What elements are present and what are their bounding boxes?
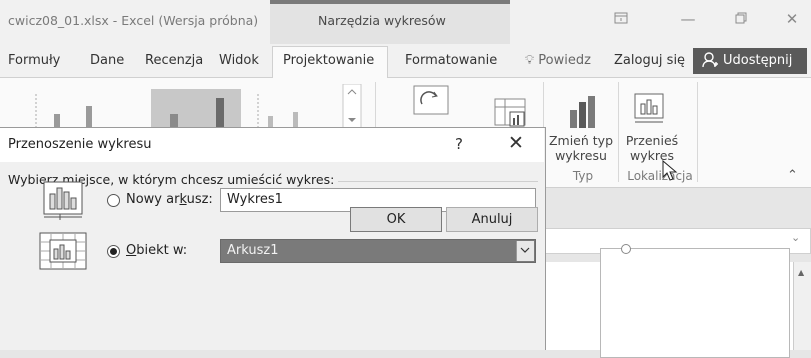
chart-resize-handle[interactable] xyxy=(621,244,631,254)
vertical-scrollbar[interactable]: ▲ xyxy=(793,262,811,350)
tab-dane[interactable]: Dane xyxy=(90,53,124,68)
tab-formatowanie[interactable]: Formatowanie xyxy=(405,53,497,68)
tab-widok[interactable]: Widok xyxy=(219,53,259,68)
chart-tools-label: Narzędzia wykresów xyxy=(318,13,446,28)
new-sheet-radio[interactable] xyxy=(107,194,120,207)
chart-styles-gallery[interactable] xyxy=(18,84,363,128)
new-sheet-label: Nowy arkusz: xyxy=(126,192,213,207)
object-in-label-accel: O xyxy=(126,243,137,258)
object-in-sheet-icon xyxy=(39,232,87,270)
style-thumb-3 xyxy=(257,94,298,128)
switch-row-column-icon[interactable] xyxy=(412,84,452,118)
object-in-radio[interactable] xyxy=(107,245,120,258)
change-chart-type-icon[interactable] xyxy=(565,94,601,128)
change-chart-type-button[interactable]: Zmień typ wykresu xyxy=(548,133,614,163)
ribbon-display-icon[interactable] xyxy=(609,10,633,28)
collapse-ribbon-icon[interactable]: ⌃ xyxy=(787,168,798,183)
chart-object[interactable] xyxy=(600,244,790,358)
style-thumb-2 xyxy=(151,89,241,128)
tell-me-label: Powiedz xyxy=(538,53,591,68)
lightbulb-icon: 💡︎ xyxy=(525,53,535,68)
tab-projektowanie[interactable]: Projektowanie xyxy=(283,53,374,68)
new-sheet-chart-icon xyxy=(43,181,83,220)
move-chart-dialog: Przenoszenie wykresu ? ✕ Wybierz miejsce… xyxy=(0,127,546,350)
new-sheet-label-b: usz: xyxy=(186,192,213,207)
object-sheet-value: Arkusz1 xyxy=(227,243,279,258)
tab-recenzja[interactable]: Recenzja xyxy=(145,53,203,68)
tab-formuly[interactable]: Formuły xyxy=(8,53,60,68)
tell-me[interactable]: 💡︎ Powiedz xyxy=(525,53,591,68)
dialog-close-icon[interactable]: ✕ xyxy=(508,132,524,154)
group-label-type: Typ xyxy=(572,169,594,183)
cancel-button[interactable]: Anuluj xyxy=(446,207,538,232)
move-chart-icon[interactable] xyxy=(633,88,667,128)
object-in-label: Obiekt w: xyxy=(126,243,187,258)
change-chart-type-label-1: Zmień typ xyxy=(548,133,614,148)
move-chart-label-1: Przenieś xyxy=(625,133,679,148)
person-icon xyxy=(702,52,718,68)
expand-formula-icon[interactable]: ⌄ xyxy=(791,231,800,244)
scroll-up-icon[interactable]: ▲ xyxy=(798,268,804,277)
signin-link[interactable]: Zaloguj się xyxy=(614,53,685,68)
ribbon-separator xyxy=(697,82,698,182)
ribbon-separator xyxy=(618,82,619,182)
share-button[interactable]: Udostępnij xyxy=(693,48,807,74)
change-chart-type-label-2: wykresu xyxy=(555,148,607,163)
minimize-icon[interactable]: — xyxy=(676,10,700,28)
dialog-title: Przenoszenie wykresu xyxy=(8,137,152,152)
window-title: cwicz08_01.xlsx - Excel (Wersja próbna) xyxy=(8,13,259,28)
ok-button[interactable]: OK xyxy=(350,207,442,232)
style-thumb-1 xyxy=(35,94,92,128)
move-chart-button[interactable]: Przenieś wykres xyxy=(624,133,680,163)
mouse-cursor-icon xyxy=(662,160,678,181)
help-icon[interactable]: ? xyxy=(455,135,463,153)
chevron-down-icon[interactable] xyxy=(516,241,534,261)
object-in-label-b: biekt w: xyxy=(136,243,188,258)
share-label: Udostępnij xyxy=(723,53,793,68)
select-data-icon[interactable] xyxy=(494,98,530,130)
close-window-icon[interactable]: ✕ xyxy=(780,10,804,28)
restore-icon[interactable] xyxy=(729,10,753,28)
new-sheet-label-a: Nowy ar xyxy=(126,192,180,207)
new-sheet-label-accel: k xyxy=(179,192,187,207)
object-sheet-combobox[interactable]: Arkusz1 xyxy=(220,239,536,263)
